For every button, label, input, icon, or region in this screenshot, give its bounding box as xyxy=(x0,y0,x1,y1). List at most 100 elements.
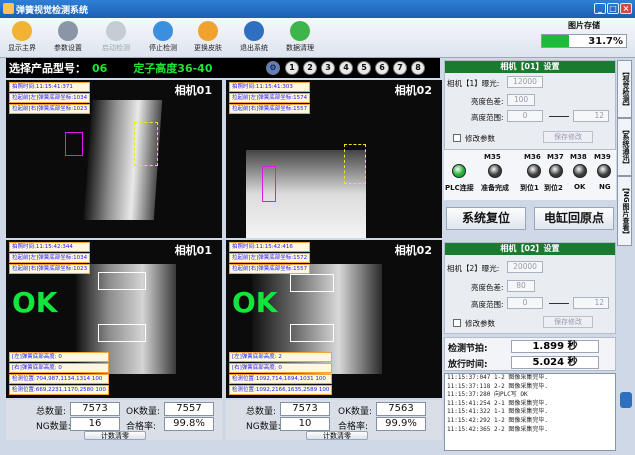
range-separator xyxy=(549,116,569,117)
log-line: 11:15:42:292 1-2 图像采集完毕. xyxy=(447,416,549,424)
left-coord: 拉起前[左]弹簧底部坐标:1574 xyxy=(229,93,311,103)
modify-params-checkbox[interactable] xyxy=(453,134,461,142)
total-count: 7573 xyxy=(70,402,120,416)
stop-detection-label: 停止检测 xyxy=(149,44,177,52)
main-view-button[interactable]: 显示主界 xyxy=(2,20,42,56)
maximize-icon[interactable]: □ xyxy=(607,3,619,14)
roi-box xyxy=(290,274,334,292)
ng-count: 16 xyxy=(70,417,120,431)
range-separator xyxy=(549,303,569,304)
ok-label: OK数量: xyxy=(126,407,161,417)
station-7[interactable]: 7 xyxy=(393,61,407,75)
roi-box xyxy=(65,132,83,156)
left-height: [左]弹簧底部高度: 2 xyxy=(229,352,333,362)
app-icon xyxy=(3,3,14,14)
change-skin-button[interactable]: 更换皮肤 xyxy=(188,20,228,56)
plc-connected-lamp xyxy=(452,164,466,178)
main-view-label: 显示主界 xyxy=(8,44,36,52)
change-skin-label: 更换皮肤 xyxy=(194,44,222,52)
exposure-input[interactable]: 12000 xyxy=(507,76,543,88)
exposure-input[interactable]: 20000 xyxy=(507,261,543,273)
ok-lamp xyxy=(573,164,587,178)
storage-label: 图片存储 xyxy=(568,21,600,30)
settings-icon[interactable]: ⚙ xyxy=(266,61,280,75)
camera-1-settings-header: 相机【01】设置 xyxy=(445,61,615,73)
total-count: 7573 xyxy=(280,402,330,416)
home-icon xyxy=(12,21,32,41)
timing-panel: 检测节拍: 1.899 秒 放行时间: 5.024 秒 xyxy=(444,337,616,371)
ng-count: 10 xyxy=(280,417,330,431)
station-5[interactable]: 5 xyxy=(357,61,371,75)
total-label: 总数量: xyxy=(246,407,277,417)
ok-count: 7563 xyxy=(376,402,426,416)
color-diff-input[interactable]: 80 xyxy=(507,280,535,292)
height-min-input[interactable]: 0 xyxy=(507,297,543,309)
left-coord: 拉起前[左]弹簧底部坐标:1034 xyxy=(9,253,91,263)
station-6[interactable]: 6 xyxy=(375,61,389,75)
detect-position: 检测位置:669,2231,1170,2580 100 xyxy=(9,385,109,395)
tab-vision-detect[interactable]: 【视觉检测】 xyxy=(617,60,632,118)
save-settings-button[interactable]: 保存修改 xyxy=(543,316,593,328)
position2-lamp xyxy=(549,164,563,178)
clear-count-button[interactable]: 计数清零 xyxy=(306,431,368,440)
tab-ng-images[interactable]: 【NG图片查看】 xyxy=(617,176,632,246)
station-3[interactable]: 3 xyxy=(321,61,335,75)
ok-label: OK数量: xyxy=(338,407,373,417)
color-diff-input[interactable]: 100 xyxy=(507,94,535,106)
height-max-input[interactable]: 12 xyxy=(573,297,609,309)
station-4[interactable]: 4 xyxy=(339,61,353,75)
system-reset-button[interactable]: 系统复位 xyxy=(446,207,526,230)
capture-time: 拍照时间:11:15:42:344 xyxy=(9,242,91,252)
exit-system-button[interactable]: 退出系统 xyxy=(234,20,274,56)
close-icon[interactable]: × xyxy=(620,3,632,14)
camera-1-stats: 总数量: 7573 OK数量: 7557 NG数量: 16 合格率: 99.8%… xyxy=(6,400,222,440)
modify-params-label: 修改参数 xyxy=(465,134,495,143)
roi-box xyxy=(98,324,146,342)
pos2-label: 到位2 xyxy=(544,184,563,192)
camera-view-4: 拍照时间:11:15:42:416 拉起前[左]弹簧底部坐标:1572 拉起前[右]… xyxy=(226,240,442,398)
tab-system-comm[interactable]: 【系统通讯】 xyxy=(617,118,632,176)
minimize-icon[interactable]: _ xyxy=(594,3,606,14)
station-1[interactable]: 1 xyxy=(285,61,299,75)
camera-view-2: 拍照时间:11:15:41:303 拉起前[左]弹簧底部坐标:1574 拉起前[右]… xyxy=(226,80,442,238)
height-range-label: 高度范围: xyxy=(471,300,504,309)
tools-icon xyxy=(58,21,78,41)
height-min-input[interactable]: 0 xyxy=(507,110,543,122)
log-line: 11:15:37:280 向PLC写 OK xyxy=(447,391,528,399)
modify-params-checkbox[interactable] xyxy=(453,319,461,327)
cylinder-home-button[interactable]: 电缸回原点 xyxy=(534,207,614,230)
save-settings-button[interactable]: 保存修改 xyxy=(543,131,593,143)
expand-handle-icon[interactable] xyxy=(620,392,632,408)
event-log[interactable]: 11:15:37:047 1-2 图像采集完毕. 11:15:37:118 2-… xyxy=(444,373,616,451)
release-time-label: 放行时间: xyxy=(448,360,488,370)
capture-time: 拍照时间:11:15:41:371 xyxy=(9,82,91,92)
right-coord: 拉起前[右]弹簧底部坐标:1557 xyxy=(229,264,311,274)
ready-lamp xyxy=(488,164,502,178)
release-time-value: 5.024 秒 xyxy=(511,356,599,369)
refresh-icon xyxy=(290,21,310,41)
station-2[interactable]: 2 xyxy=(303,61,317,75)
ng-label: NG数量: xyxy=(36,422,71,432)
stop-detection-button[interactable]: 停止检测 xyxy=(143,20,183,56)
start-detection-button[interactable]: 启动检测 xyxy=(96,20,136,56)
settings-button[interactable]: 参数设置 xyxy=(48,20,88,56)
plc-label: PLC连接 xyxy=(445,184,474,192)
stop-icon xyxy=(153,21,173,41)
window-title: 弹簧视觉检测系统 xyxy=(16,5,89,16)
play-icon xyxy=(106,21,126,41)
product-code[interactable]: 06 xyxy=(92,62,107,75)
station-8[interactable]: 8 xyxy=(411,61,425,75)
height-max-input[interactable]: 12 xyxy=(573,110,609,122)
detect-position: 检测位置:1092,2166,1635,2589 100 xyxy=(229,385,333,395)
pass-rate: 99.8% xyxy=(164,417,214,431)
ng-label: NG xyxy=(599,183,611,191)
settings-label: 参数设置 xyxy=(54,44,82,52)
log-line: 11:15:41:322 1-1 图像采集完毕. xyxy=(447,408,549,416)
clear-count-button[interactable]: 计数清零 xyxy=(84,431,146,440)
cycle-time-label: 检测节拍: xyxy=(448,344,488,354)
start-detection-label: 启动检测 xyxy=(102,44,130,52)
roi-box xyxy=(344,144,366,184)
log-line: 11:15:37:047 1-2 图像采集完毕. xyxy=(447,374,549,381)
log-line: 11:15:37:118 2-2 图像采集完毕. xyxy=(447,382,549,390)
data-cleanup-button[interactable]: 数据清理 xyxy=(280,20,320,56)
